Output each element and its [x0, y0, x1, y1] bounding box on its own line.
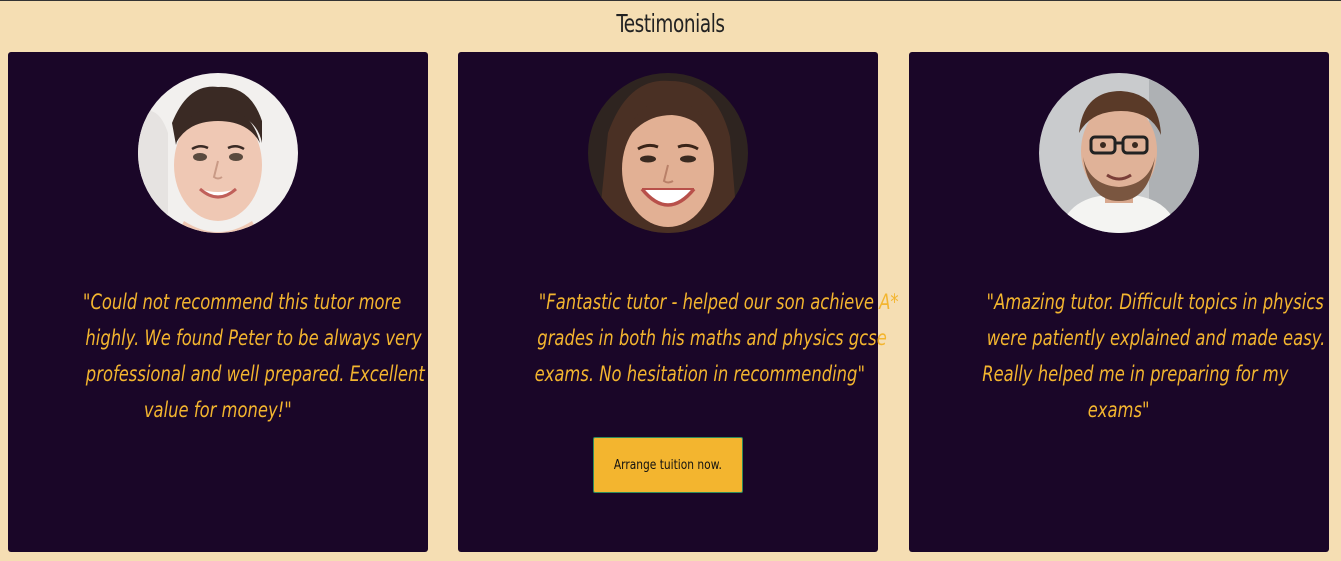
testimonial-card: "Could not recommend this tutor more hig… — [8, 52, 428, 552]
quote-line: "Fantastic tutor - helped our son achiev… — [538, 290, 899, 314]
quote-line: grades in both his maths and physics gcs… — [537, 326, 887, 350]
quote-line: exams" — [1088, 398, 1150, 422]
quote-line: highly. We found Peter to be always very — [85, 326, 422, 350]
avatar-photo — [1039, 73, 1199, 233]
quote-line: "Amazing tutor. Difficult topics in phys… — [986, 290, 1324, 314]
quote-line: Really helped me in preparing for my — [982, 362, 1289, 386]
quote-line: exams. No hesitation in recommending" — [534, 362, 865, 386]
testimonial-avatar — [588, 73, 748, 233]
testimonial-card: "Amazing tutor. Difficult topics in phys… — [909, 52, 1329, 552]
section-title: Testimonials — [616, 9, 725, 38]
testimonial-avatar — [1039, 73, 1199, 233]
testimonial-quote: "Could not recommend this tutor more hig… — [38, 284, 425, 428]
testimonial-quote: "Fantastic tutor - helped our son achiev… — [488, 284, 899, 392]
arrange-tuition-button[interactable]: Arrange tuition now. — [593, 437, 743, 493]
avatar-photo — [588, 73, 748, 233]
quote-line: value for money!" — [144, 398, 292, 422]
quote-line: professional and well prepared. Excellen… — [85, 362, 425, 386]
avatar-photo — [138, 73, 298, 233]
testimonial-card: "Fantastic tutor - helped our son achiev… — [458, 52, 899, 552]
quote-line: were patiently explained and made easy. — [986, 326, 1326, 350]
quote-line: "Could not recommend this tutor more — [82, 290, 402, 314]
testimonial-avatar — [138, 73, 298, 233]
arrange-tuition-button-label: Arrange tuition now. — [613, 457, 722, 473]
testimonial-quote: "Amazing tutor. Difficult topics in phys… — [939, 284, 1325, 428]
